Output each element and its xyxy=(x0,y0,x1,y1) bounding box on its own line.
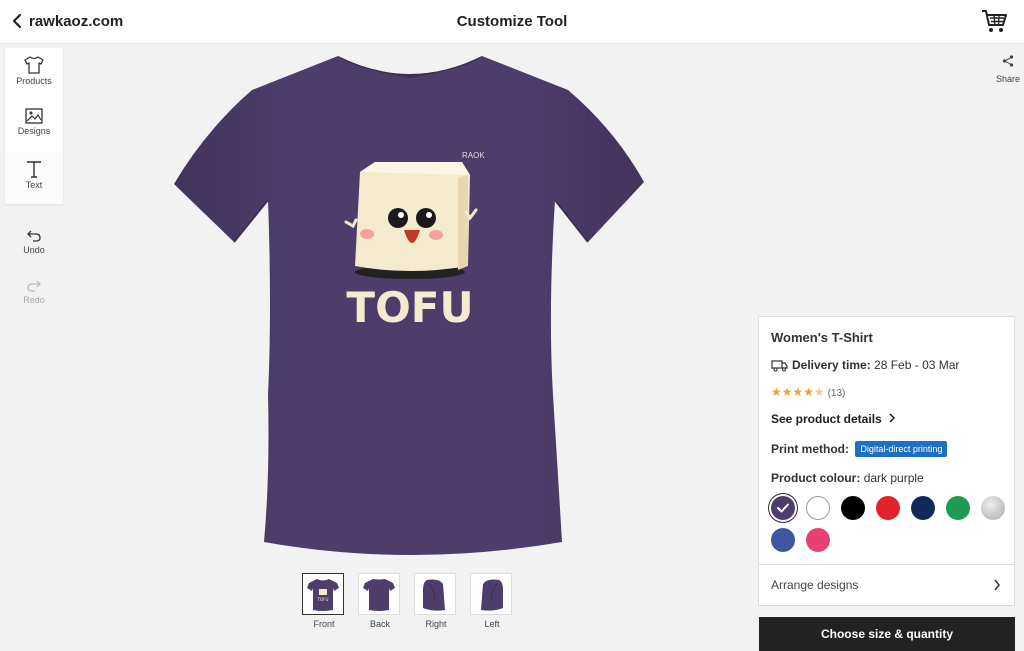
tool-products[interactable]: Products xyxy=(5,48,63,100)
arrange-designs-row[interactable]: Arrange designs xyxy=(759,564,1014,607)
print-method: Print method: Digital-direct printing xyxy=(771,441,948,457)
delivery-info: Delivery time: 28 Feb - 03 Mar xyxy=(771,358,959,372)
share-label: Share xyxy=(995,74,1021,84)
delivery-value: 28 Feb - 03 Mar xyxy=(874,358,960,372)
cart-icon[interactable] xyxy=(980,8,1008,34)
rating-stars-icon: ★★★★★ xyxy=(771,385,825,399)
colour-swatch[interactable] xyxy=(806,496,830,520)
chevron-right-icon xyxy=(994,579,1000,591)
tofu-design[interactable] xyxy=(344,162,478,279)
arrange-designs-label: Arrange designs xyxy=(771,578,859,592)
colour-label: Product colour: xyxy=(771,471,861,485)
tool-text-label: Text xyxy=(25,180,43,190)
back-arrow-icon[interactable] xyxy=(8,12,26,30)
svg-text:TOFU: TOFU xyxy=(317,597,329,602)
colour-swatch[interactable] xyxy=(806,528,830,552)
tshirt-canvas[interactable]: RAOK TOFU xyxy=(170,50,650,560)
product-colour: Product colour: dark purple xyxy=(771,471,924,485)
colour-swatch[interactable] xyxy=(771,496,795,520)
truck-icon xyxy=(771,360,788,372)
thumb-right-image xyxy=(423,579,445,611)
view-front-label: Front xyxy=(313,619,335,629)
chevron-right-icon xyxy=(889,413,896,423)
view-left-label: Left xyxy=(484,619,500,629)
product-panel: Women's T-Shirt Delivery time: 28 Feb - … xyxy=(758,316,1015,606)
choose-size-quantity-button[interactable]: Choose size & quantity xyxy=(759,617,1015,651)
colour-swatch[interactable] xyxy=(876,496,900,520)
product-details-label: See product details xyxy=(771,412,882,426)
product-rating[interactable]: ★★★★★ (13) xyxy=(771,385,845,399)
undo-icon xyxy=(27,230,41,242)
tool-designs[interactable]: Designs xyxy=(5,100,63,152)
view-back-label: Back xyxy=(369,619,390,629)
tool-designs-label: Designs xyxy=(17,126,51,136)
tool-panel: Products Designs Text xyxy=(5,48,63,204)
redo-label: Redo xyxy=(23,295,45,305)
thumb-front-image: TOFU xyxy=(307,579,339,611)
colour-swatch[interactable] xyxy=(771,528,795,552)
redo-button[interactable]: Redo xyxy=(5,280,63,305)
design-title-text[interactable]: TOFU xyxy=(346,283,473,332)
page-title: Customize Tool xyxy=(456,13,568,30)
undo-button[interactable]: Undo xyxy=(5,230,63,255)
view-back[interactable]: Back xyxy=(358,573,402,633)
view-front[interactable]: TOFU Front xyxy=(302,573,346,633)
text-icon xyxy=(27,161,41,178)
undo-label: Undo xyxy=(23,245,45,255)
print-method-label: Print method: xyxy=(771,442,849,456)
print-method-badge[interactable]: Digital-direct printing xyxy=(855,441,948,457)
top-bar: rawkaoz.com Customize Tool xyxy=(0,0,1024,44)
share-icon xyxy=(1002,55,1014,67)
colour-swatch[interactable] xyxy=(841,496,865,520)
colour-swatch[interactable] xyxy=(981,496,1005,520)
redo-icon xyxy=(27,280,41,292)
share-button[interactable]: Share xyxy=(992,54,1024,84)
colour-value: dark purple xyxy=(863,471,924,485)
rating-count: (13) xyxy=(827,388,846,399)
check-icon xyxy=(777,503,789,513)
product-name: Women's T-Shirt xyxy=(771,330,873,345)
design-signature: RAOK xyxy=(462,151,485,160)
colour-swatch[interactable] xyxy=(946,496,970,520)
view-left[interactable]: Left xyxy=(470,573,514,633)
image-icon xyxy=(25,108,43,124)
thumb-back-image xyxy=(363,579,395,611)
view-right-label: Right xyxy=(425,619,447,629)
tshirt-icon xyxy=(24,56,44,74)
delivery-label: Delivery time: xyxy=(792,358,871,372)
product-details-link[interactable]: See product details xyxy=(771,412,896,426)
site-name-link[interactable]: rawkaoz.com xyxy=(29,13,123,30)
view-right[interactable]: Right xyxy=(414,573,458,633)
thumb-left-image xyxy=(481,579,503,611)
tool-text[interactable]: Text xyxy=(5,152,63,204)
colour-swatch[interactable] xyxy=(911,496,935,520)
tool-products-label: Products xyxy=(16,76,52,86)
